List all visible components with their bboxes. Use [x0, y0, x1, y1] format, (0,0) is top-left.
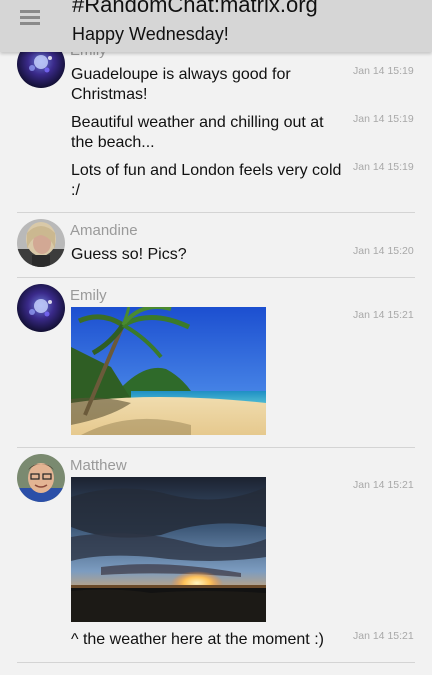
message-timestamp: Jan 14 15:19 — [353, 65, 414, 77]
message-divider — [17, 277, 415, 278]
message-timeline[interactable]: Emily Guadeloupe is always good for Chri… — [0, 0, 432, 675]
message-body[interactable]: Guess so! Pics? — [71, 245, 343, 265]
message-body[interactable]: Lots of fun and London feels very cold :… — [71, 161, 343, 201]
emily-avatar[interactable] — [17, 284, 65, 332]
matthew-avatar[interactable] — [17, 454, 65, 502]
message-body[interactable]: ^ the weather here at the moment :) — [71, 630, 343, 650]
message-timestamp: Jan 14 15:21 — [353, 479, 414, 491]
room-title: #RandomChat:matrix.org — [72, 0, 318, 17]
chat-app: Emily Guadeloupe is always good for Chri… — [0, 0, 432, 675]
message-timestamp: Jan 14 15:19 — [353, 161, 414, 173]
room-topic: Happy Wednesday! — [72, 24, 229, 44]
message-timestamp: Jan 14 15:21 — [353, 630, 414, 642]
message-divider — [17, 662, 415, 663]
beach-photo[interactable] — [71, 307, 266, 435]
hamburger-menu-icon[interactable] — [20, 10, 40, 26]
sender-name: Emily — [70, 287, 107, 304]
message-timestamp: Jan 14 15:20 — [353, 245, 414, 257]
message-body[interactable]: Guadeloupe is always good for Christmas! — [71, 65, 343, 105]
message-body[interactable]: Beautiful weather and chilling out at th… — [71, 113, 343, 153]
room-header: #RandomChat:matrix.org Happy Wednesday! — [0, 0, 432, 52]
amandine-avatar[interactable] — [17, 219, 65, 267]
sender-name: Matthew — [70, 457, 127, 474]
message-divider — [17, 212, 415, 213]
message-timestamp: Jan 14 15:19 — [353, 113, 414, 125]
sender-name: Amandine — [70, 222, 138, 239]
message-divider — [17, 447, 415, 448]
message-timestamp: Jan 14 15:21 — [353, 309, 414, 321]
sunset-photo[interactable] — [71, 477, 266, 622]
